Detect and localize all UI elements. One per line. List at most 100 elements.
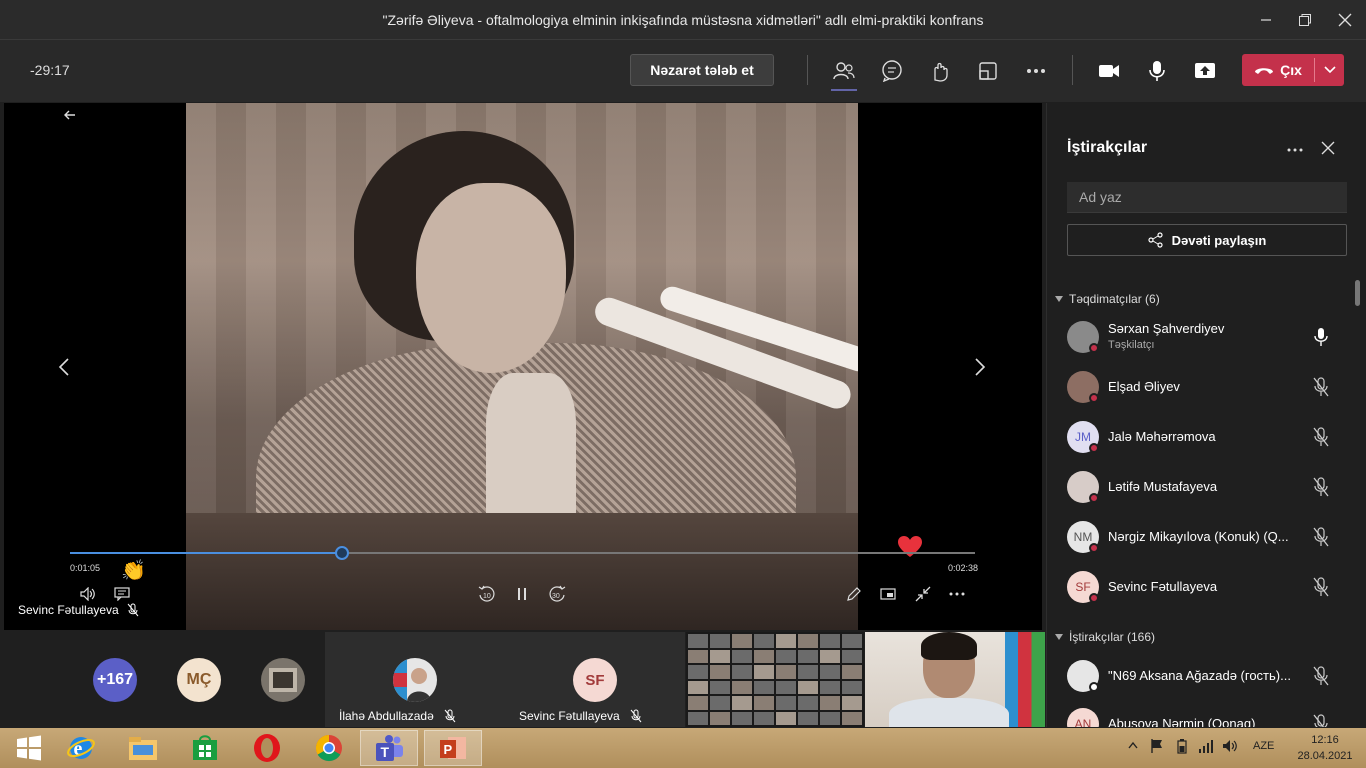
gallery-grid-cell <box>732 634 752 648</box>
maximize-icon[interactable] <box>1285 0 1325 40</box>
input-language[interactable]: AZE <box>1253 740 1274 752</box>
windows-taskbar: e T P AZE 12:16 28.04.2021 <box>0 728 1366 768</box>
captions-icon[interactable] <box>109 583 135 605</box>
participant-row[interactable]: SF Sevinc Fətullayeva <box>1067 567 1347 607</box>
gallery-grid-cell <box>842 649 862 663</box>
chrome-icon[interactable] <box>300 730 358 766</box>
participant-tile[interactable]: İlahə Abdullazadə <box>325 632 505 727</box>
panel-more-icon[interactable] <box>1287 139 1303 157</box>
mic-muted-icon[interactable] <box>1313 477 1333 497</box>
skip-forward-icon: 30 <box>549 585 566 602</box>
participant-row[interactable]: JM Jalə Məhərrəmova <box>1067 417 1347 457</box>
participants-icon[interactable] <box>829 56 859 91</box>
participant-tile[interactable]: SF Sevinc Fətullayeva <box>505 632 685 727</box>
gallery-grid-cell <box>820 680 840 694</box>
presenters-section-header[interactable]: Təqdimatçılar (6) <box>1055 292 1160 306</box>
participant-row[interactable]: AN Abuşova Nərmin (Qonaq) <box>1067 704 1347 727</box>
gallery-grid-cell <box>688 665 708 679</box>
gallery-grid-video[interactable] <box>686 632 864 727</box>
participant-row[interactable]: Elşad Əliyev <box>1067 367 1347 407</box>
pause-icon[interactable] <box>509 583 535 605</box>
mic-muted-icon[interactable] <box>1313 527 1333 547</box>
participant-search-input[interactable] <box>1067 182 1347 213</box>
clap-reaction-icon: 👏 <box>121 560 146 582</box>
battery-icon[interactable] <box>1176 738 1188 757</box>
back-arrow-icon[interactable] <box>64 107 76 123</box>
gallery-grid-cell <box>820 634 840 648</box>
volume-icon[interactable] <box>75 583 101 605</box>
gallery-grid-cell <box>710 711 730 725</box>
previous-arrow-icon[interactable] <box>58 353 70 384</box>
network-signal-icon[interactable] <box>1198 738 1214 757</box>
panel-close-icon[interactable] <box>1321 139 1335 160</box>
exit-fullscreen-icon[interactable] <box>910 583 936 605</box>
participant-row[interactable]: Lətifə Mustafayeva <box>1067 467 1347 507</box>
mic-icon[interactable] <box>1142 56 1172 86</box>
chevron-down-icon[interactable] <box>1315 54 1344 86</box>
opera-icon[interactable] <box>238 730 296 766</box>
mic-muted-icon[interactable] <box>1313 577 1333 597</box>
attendees-section-header[interactable]: İştirakçılar (166) <box>1055 630 1155 644</box>
video-progress-knob[interactable] <box>334 546 349 560</box>
camera-icon[interactable] <box>1094 56 1124 86</box>
avatar[interactable] <box>261 658 305 702</box>
minimize-icon[interactable] <box>1246 0 1286 40</box>
volume-tray-icon[interactable] <box>1222 738 1238 757</box>
store-icon[interactable] <box>176 730 234 766</box>
gallery-grid-cell <box>732 665 752 679</box>
mic-muted-icon[interactable] <box>1313 427 1333 447</box>
gallery-grid-cell <box>820 649 840 663</box>
windows-start-icon[interactable] <box>0 730 58 766</box>
reactions-icon[interactable] <box>925 56 955 86</box>
more-icon[interactable] <box>1021 56 1051 86</box>
rooms-icon[interactable] <box>973 56 1003 86</box>
participant-row[interactable]: Sərxan Şahverdiyev Təşkilatçı <box>1067 317 1347 357</box>
next-arrow-icon[interactable] <box>974 353 986 384</box>
presence-status-icon <box>1089 443 1099 453</box>
gallery-grid-cell <box>732 711 752 725</box>
skip-back-button[interactable]: 10 <box>474 583 500 605</box>
video-progress-bar[interactable] <box>70 546 975 560</box>
gallery-grid-cell <box>776 665 796 679</box>
overflow-participants-button[interactable]: +167 <box>93 658 137 702</box>
participant-name: Sevinc Fətullayeva <box>1108 579 1218 594</box>
participant-row[interactable]: "N69 Aksana Ağazadə (гость)... <box>1067 656 1347 696</box>
panel-scrollbar[interactable] <box>1355 280 1360 306</box>
internet-explorer-icon[interactable]: e <box>52 730 110 766</box>
gallery-grid-cell <box>732 649 752 663</box>
share-invite-button[interactable]: Dəvəti paylaşın <box>1067 224 1347 256</box>
shared-video-frame <box>186 103 858 630</box>
mic-muted-icon[interactable] <box>1313 714 1333 727</box>
close-icon[interactable] <box>1325 0 1365 40</box>
picture-in-picture-icon[interactable] <box>875 583 901 605</box>
participant-row[interactable]: NM Nərgiz Mikayılova (Konuk) (Q... <box>1067 517 1347 557</box>
tray-chevron-up-icon[interactable] <box>1128 740 1138 752</box>
gallery-grid-cell <box>688 680 708 694</box>
system-clock[interactable]: 12:16 28.04.2021 <box>1290 732 1360 764</box>
mic-icon[interactable] <box>1313 327 1333 347</box>
participant-role: Təşkilatçı <box>1108 339 1155 351</box>
mic-muted-icon[interactable] <box>1313 666 1333 686</box>
gallery-grid-cell <box>798 649 818 663</box>
gallery-grid-cell <box>798 634 818 648</box>
gallery-grid-cell <box>754 634 774 648</box>
annotate-pen-icon[interactable] <box>841 583 867 605</box>
leave-button[interactable]: Çıx <box>1242 54 1314 86</box>
participant-name: Lətifə Mustafayeva <box>1108 479 1218 494</box>
file-explorer-icon[interactable] <box>114 730 172 766</box>
powerpoint-icon[interactable]: P <box>424 730 482 766</box>
phone-hangup-icon <box>1255 68 1274 74</box>
gallery-grid-cell <box>798 680 818 694</box>
mic-muted-icon[interactable] <box>1313 377 1333 397</box>
elapsed-time: 0:01:05 <box>70 563 101 573</box>
shared-content-stage[interactable]: 0:01:05 0:02:38 👏 10 30 Sevinc Fətullaye… <box>4 103 1042 630</box>
request-control-button[interactable]: Nəzarət tələb et <box>630 54 774 86</box>
avatar[interactable]: MÇ <box>177 658 221 702</box>
chat-icon[interactable] <box>877 56 907 86</box>
share-screen-icon[interactable] <box>1190 56 1220 86</box>
action-center-flag-icon[interactable] <box>1150 738 1164 757</box>
skip-forward-button[interactable]: 30 <box>544 583 570 605</box>
video-more-icon[interactable] <box>944 583 970 605</box>
teams-icon[interactable]: T <box>360 730 418 766</box>
self-video[interactable] <box>865 632 1045 727</box>
